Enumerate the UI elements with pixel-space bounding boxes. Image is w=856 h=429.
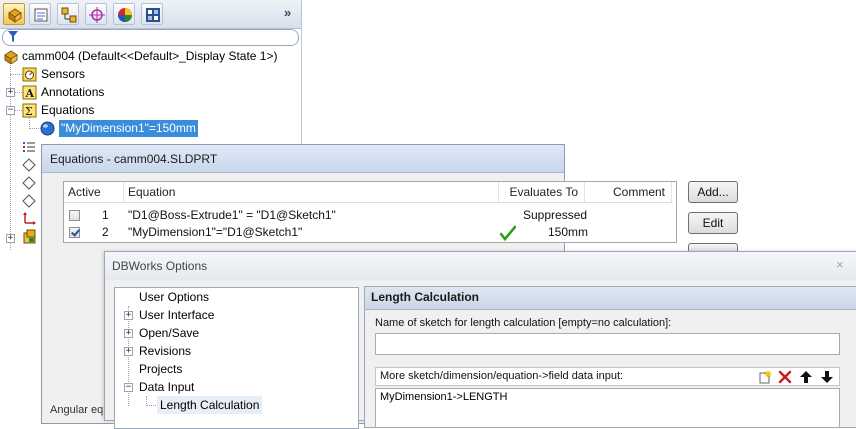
row-index: 1 <box>102 208 109 222</box>
expand-open-save-toggle[interactable]: + <box>124 329 133 338</box>
front-plane-icon <box>22 158 36 172</box>
material-list-icon <box>23 142 35 152</box>
column-header-active[interactable]: Active <box>64 182 124 202</box>
mapping-toolbar: More sketch/dimension/equation->field da… <box>375 367 840 386</box>
top-plane-icon <box>22 176 36 190</box>
crosshair-icon <box>89 7 105 23</box>
options-item-label: User Options <box>139 290 210 304</box>
feature-manager-toolbar: » <box>0 0 301 29</box>
options-tree: User Options + User Interface + Open/Sav… <box>114 287 359 429</box>
dbworks-dialog-title: DBWorks Options <box>112 259 208 273</box>
options-item-label: Open/Save <box>139 326 200 340</box>
property-manager-icon <box>34 8 48 22</box>
property-manager-tab[interactable] <box>29 3 51 25</box>
expand-revisions-toggle[interactable]: + <box>124 347 133 356</box>
equations-dialog-title: Equations - camm004.SLDPRT <box>50 152 218 166</box>
tree-filter-field[interactable] <box>2 29 299 46</box>
mapping-list[interactable]: MyDimension1->LENGTH <box>375 388 840 428</box>
expand-feature-toggle[interactable]: + <box>6 234 15 243</box>
edit-button[interactable]: Edit <box>688 212 738 234</box>
options-item-open-save[interactable]: Open/Save <box>139 324 199 342</box>
options-item-label: User Interface <box>139 308 215 322</box>
column-header-evaluates-to[interactable]: Evaluates To <box>499 182 585 202</box>
dbworks-tab[interactable] <box>141 3 163 25</box>
column-header-comment[interactable]: Comment <box>585 182 672 202</box>
mapping-label: More sketch/dimension/equation->field da… <box>380 370 624 382</box>
equation-text: "D1@Boss-Extrude1" = "D1@Sketch1" <box>128 208 336 222</box>
more-tabs-button[interactable]: » <box>284 5 291 20</box>
svg-text:A: A <box>25 87 35 100</box>
global-variable-icon <box>40 121 55 136</box>
options-item-projects[interactable]: Projects <box>139 360 182 378</box>
boss-extrude-icon <box>23 229 36 244</box>
options-item-label: Data Input <box>139 380 195 394</box>
collapse-equations-toggle[interactable]: − <box>6 106 15 115</box>
panel-title: Length Calculation <box>371 290 479 304</box>
active-checkbox[interactable] <box>69 227 80 238</box>
close-icon[interactable]: × <box>836 257 844 272</box>
options-item-label: Length Calculation <box>160 398 260 412</box>
move-down-icon[interactable] <box>820 370 834 384</box>
evaluates-to-value: 150mm <box>548 225 589 239</box>
expand-annotations-toggle[interactable]: + <box>6 88 15 97</box>
sensor-icon <box>22 67 37 82</box>
tree-item-label: Sensors <box>41 67 86 81</box>
annotation-icon: A <box>22 85 37 100</box>
selected-equation-label: "MyDimension1"=150mm <box>59 120 198 137</box>
options-item-label: Projects <box>139 362 183 376</box>
tree-item-label: Equations <box>41 103 95 117</box>
dimxpert-manager-tab[interactable] <box>85 3 107 25</box>
expand-user-interface-toggle[interactable]: + <box>124 311 133 320</box>
dbworks-dialog-titlebar: DBWorks Options × <box>105 252 856 280</box>
length-calculation-panel: Length Calculation Name of sketch for le… <box>364 286 856 428</box>
options-item-data-input[interactable]: Data Input <box>139 378 194 396</box>
tree-item-label: Annotations <box>41 85 105 99</box>
appearance-icon <box>118 8 132 22</box>
display-manager-tab[interactable] <box>113 3 135 25</box>
equations-icon: Σ <box>22 103 37 118</box>
feature-tree-icon <box>8 8 22 23</box>
dbworks-options-dialog: DBWorks Options × User Options + User In… <box>104 251 856 429</box>
mapping-entry: MyDimension1->LENGTH <box>380 391 508 403</box>
table-row[interactable]: 1 "D1@Boss-Extrude1" = "D1@Sketch1" Supp… <box>64 207 673 224</box>
column-header-equation[interactable]: Equation <box>124 182 499 202</box>
row-index: 2 <box>102 225 109 239</box>
panel-header: Length Calculation <box>365 287 856 310</box>
configuration-manager-icon <box>61 7 77 23</box>
move-up-icon[interactable] <box>799 370 813 384</box>
collapse-data-input-toggle[interactable]: − <box>124 383 133 392</box>
options-item-length-calculation[interactable]: Length Calculation <box>157 396 263 414</box>
equations-table: Active Equation Evaluates To Comment 1 "… <box>63 181 677 243</box>
checkmark-icon <box>500 225 516 241</box>
add-button[interactable]: Add... <box>688 181 738 203</box>
equations-dialog-titlebar: Equations - camm004.SLDPRT <box>42 145 564 173</box>
part-icon <box>4 50 18 64</box>
feature-manager-tab[interactable] <box>3 3 25 25</box>
configuration-manager-tab[interactable] <box>57 3 79 25</box>
new-item-icon[interactable] <box>758 370 772 384</box>
right-plane-icon <box>22 194 36 208</box>
table-row[interactable]: 2 "MyDimension1"="D1@Sketch1" 150mm <box>64 224 673 241</box>
filter-icon <box>8 31 18 42</box>
sketch-name-input[interactable] <box>375 333 840 355</box>
delete-icon[interactable] <box>778 370 792 384</box>
evaluates-to-value: Suppressed <box>523 208 588 222</box>
options-item-revisions[interactable]: Revisions <box>139 342 191 360</box>
origin-icon <box>23 212 36 225</box>
options-item-label: Revisions <box>139 344 192 358</box>
equations-table-header: Active Equation Evaluates To Comment <box>64 182 673 203</box>
options-item-user-options[interactable]: User Options <box>139 288 209 306</box>
options-item-user-interface[interactable]: User Interface <box>139 306 214 324</box>
active-checkbox[interactable] <box>69 210 80 221</box>
sketch-name-label: Name of sketch for length calculation [e… <box>375 317 672 329</box>
dbworks-icon <box>146 8 160 22</box>
part-root-label: camm004 (Default<<Default>_Display State… <box>22 49 278 63</box>
angular-equation-fragment: Angular eq <box>50 404 104 416</box>
equation-text: "MyDimension1"="D1@Sketch1" <box>128 225 303 239</box>
